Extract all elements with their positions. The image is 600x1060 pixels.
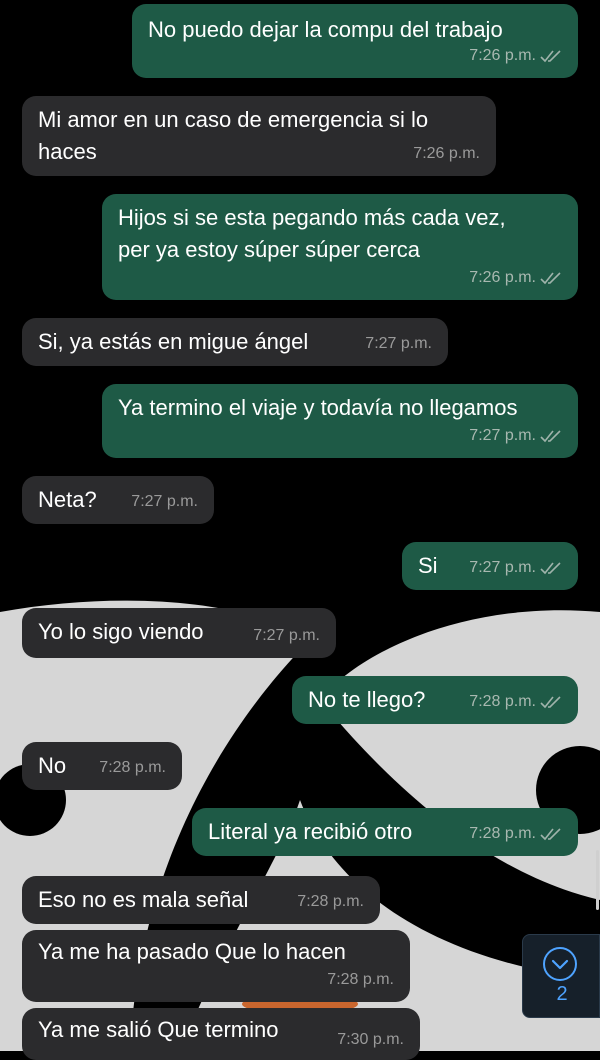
scroll-indicator[interactable] bbox=[596, 850, 599, 910]
message-meta: 7:26 p.m. bbox=[469, 262, 562, 294]
message-bubble-incoming[interactable]: Yo lo sigo viendo 7:27 p.m. bbox=[22, 608, 336, 658]
message-time: 7:27 p.m. bbox=[365, 335, 432, 352]
message-meta: 7:28 p.m. bbox=[469, 686, 562, 718]
message-time: 7:27 p.m. bbox=[469, 427, 536, 444]
message-bubble-incoming[interactable]: Neta? 7:27 p.m. bbox=[22, 476, 214, 524]
unread-count-badge: 2 bbox=[556, 983, 568, 1005]
message-time: 7:28 p.m. bbox=[327, 971, 394, 988]
chevron-down-icon bbox=[543, 947, 577, 981]
message-bubble-incoming[interactable]: Eso no es mala señal 7:28 p.m. bbox=[22, 876, 380, 924]
message-meta: 7:27 p.m. bbox=[253, 620, 320, 652]
read-receipt-icon bbox=[540, 562, 561, 575]
read-receipt-icon bbox=[540, 50, 561, 63]
read-receipt-icon bbox=[540, 696, 561, 709]
message-bubble-incoming[interactable]: Ya me salió Que termino 7:30 p.m. bbox=[22, 1008, 420, 1060]
message-time: 7:26 p.m. bbox=[469, 269, 536, 286]
message-meta: 7:28 p.m. bbox=[297, 886, 364, 918]
message-bubble-outgoing[interactable]: No te llego? 7:28 p.m. bbox=[292, 676, 578, 724]
message-bubble-incoming[interactable]: Si, ya estás en migue ángel 7:27 p.m. bbox=[22, 318, 448, 366]
message-meta: 7:27 p.m. bbox=[365, 328, 432, 360]
message-time: 7:27 p.m. bbox=[253, 627, 320, 644]
message-bubble-outgoing[interactable]: No puedo dejar la compu del trabajo 7:26… bbox=[132, 4, 578, 78]
message-time: 7:27 p.m. bbox=[469, 559, 536, 576]
message-meta: 7:26 p.m. bbox=[413, 138, 480, 170]
read-receipt-icon bbox=[540, 430, 561, 443]
message-meta: 7:27 p.m. bbox=[131, 486, 198, 518]
message-text: Hijos si se esta pegando más cada vez, p… bbox=[118, 205, 506, 262]
message-list[interactable]: No puedo dejar la compu del trabajo 7:26… bbox=[0, 0, 600, 1060]
message-time: 7:26 p.m. bbox=[469, 47, 536, 64]
message-time: 7:30 p.m. bbox=[337, 1031, 404, 1048]
message-bubble-incoming[interactable]: Ya me ha pasado Que lo hacen 7:28 p.m. bbox=[22, 930, 410, 1002]
read-receipt-icon bbox=[540, 272, 561, 285]
message-meta: 7:28 p.m. bbox=[469, 818, 562, 850]
message-meta: 7:27 p.m. bbox=[469, 552, 562, 584]
message-time: 7:26 p.m. bbox=[413, 145, 480, 162]
message-bubble-incoming[interactable]: No 7:28 p.m. bbox=[22, 742, 182, 790]
message-time: 7:28 p.m. bbox=[469, 693, 536, 710]
message-time: 7:27 p.m. bbox=[131, 493, 198, 510]
message-time: 7:28 p.m. bbox=[469, 825, 536, 842]
message-meta: 7:28 p.m. bbox=[327, 964, 394, 996]
message-meta: 7:28 p.m. bbox=[99, 752, 166, 784]
message-bubble-outgoing[interactable]: Ya termino el viaje y todavía no llegamo… bbox=[102, 384, 578, 458]
scroll-to-bottom-button[interactable]: 2 bbox=[522, 934, 600, 1018]
message-time: 7:28 p.m. bbox=[297, 893, 364, 910]
read-receipt-icon bbox=[540, 828, 561, 841]
message-bubble-outgoing[interactable]: Si 7:27 p.m. bbox=[402, 542, 578, 590]
message-bubble-incoming[interactable]: Mi amor en un caso de emergencia si lo h… bbox=[22, 96, 496, 176]
message-meta: 7:30 p.m. bbox=[337, 1024, 404, 1056]
message-time: 7:28 p.m. bbox=[99, 759, 166, 776]
message-meta: 7:27 p.m. bbox=[469, 420, 562, 452]
message-bubble-outgoing[interactable]: Literal ya recibió otro 7:28 p.m. bbox=[192, 808, 578, 856]
message-meta: 7:26 p.m. bbox=[469, 40, 562, 72]
message-bubble-outgoing[interactable]: Hijos si se esta pegando más cada vez, p… bbox=[102, 194, 578, 300]
